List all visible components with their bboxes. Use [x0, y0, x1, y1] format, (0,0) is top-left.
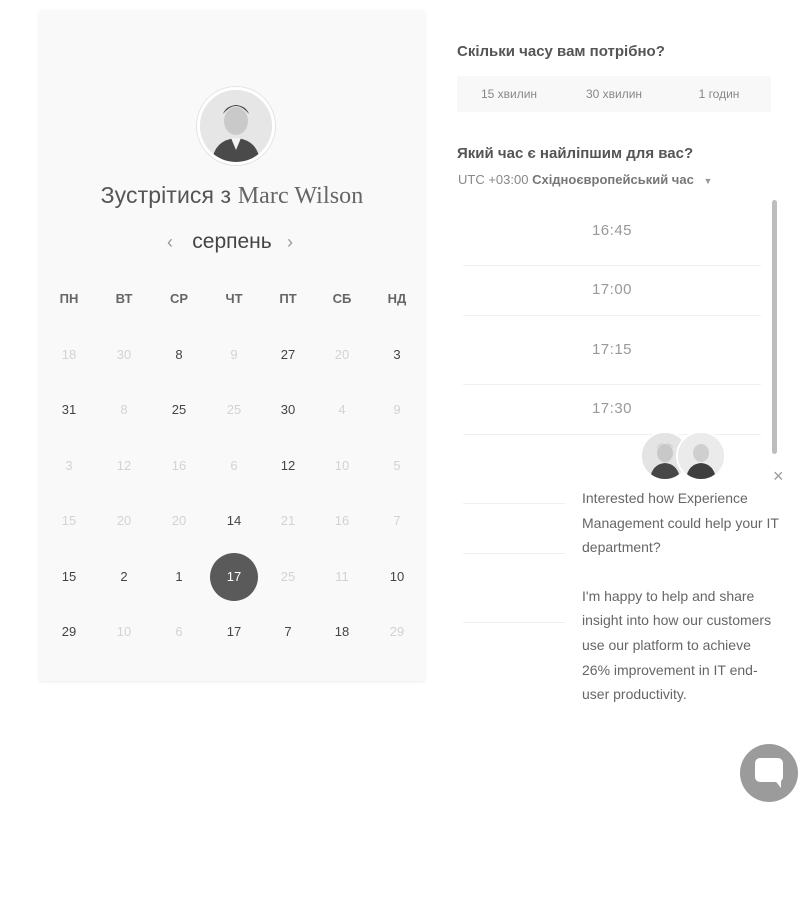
close-icon[interactable]: ×	[773, 466, 784, 487]
calendar-day: 25	[226, 402, 242, 417]
time-slot[interactable]: 17:30	[463, 400, 761, 417]
calendar-day[interactable]: 29	[49, 623, 89, 641]
time-slot[interactable]: 17:00	[463, 281, 761, 298]
calendar-day: 6	[230, 458, 238, 473]
calendar-day: 5	[393, 458, 401, 473]
slot-divider	[463, 265, 761, 266]
next-month-button[interactable]: ›	[287, 230, 293, 254]
calendar-day: 3	[65, 458, 73, 473]
calendar-day[interactable]: 25	[159, 401, 199, 419]
calendar-day: 25	[280, 569, 296, 584]
weekday-label: СБ	[332, 291, 352, 306]
calendar-day: 20	[334, 347, 350, 362]
calendar-day[interactable]: 27	[268, 346, 308, 364]
calendar-day: 9	[393, 402, 401, 417]
weekday-label: ЧТ	[225, 291, 243, 306]
selected-day[interactable]: 17	[210, 553, 258, 601]
weekday-label: НД	[387, 291, 407, 306]
chat-message-body: I'm happy to help and share insight into…	[582, 587, 772, 703]
chat-launcher-button[interactable]	[740, 744, 798, 802]
duration-option-30[interactable]: 30 хвилин	[562, 76, 666, 112]
timeslot-scrollbar[interactable]	[772, 200, 777, 454]
calendar-day[interactable]: 1	[159, 568, 199, 586]
timezone-name: Східноєвропейський час	[532, 172, 694, 187]
meeting-title: Зустрітися з Marc Wilson	[39, 182, 425, 210]
title-prefix: Зустрітися з	[100, 182, 232, 208]
calendar-day[interactable]: 17	[214, 623, 254, 641]
time-slot[interactable]: 17:15	[463, 341, 761, 358]
calendar-day: 21	[280, 513, 296, 528]
calendar-day: 9	[230, 347, 238, 362]
weekday-label: СР	[169, 291, 189, 306]
calendar-day[interactable]: 14	[214, 512, 254, 530]
prev-month-button[interactable]: ‹	[167, 230, 173, 254]
time-slot[interactable]: 16:45	[463, 222, 761, 239]
calendar-day[interactable]: 15	[49, 568, 89, 586]
month-label: серпень	[192, 230, 272, 253]
host-avatar	[197, 87, 275, 165]
calendar-day: 30	[116, 347, 132, 362]
duration-selector: 15 хвилин 30 хвилин 1 годин	[457, 76, 771, 112]
calendar-day: 29	[389, 624, 405, 639]
calendar-day[interactable]: 3	[377, 346, 417, 364]
agent-avatar	[676, 431, 726, 481]
month-navigation: серпень ‹ ›	[39, 230, 425, 260]
calendar-day[interactable]: 10	[377, 568, 417, 586]
calendar-day[interactable]: 30	[268, 401, 308, 419]
calendar-day: 20	[116, 513, 132, 528]
calendar-day: 16	[171, 458, 187, 473]
calendar-card: Зустрітися з Marc Wilson серпень ‹ › ПН В…	[39, 10, 425, 681]
calendar-day: 10	[116, 624, 132, 639]
calendar-day: 12	[116, 458, 132, 473]
caret-down-icon: ▼	[703, 176, 713, 186]
host-name: Marc Wilson	[237, 183, 364, 209]
calendar-day: 6	[175, 624, 183, 639]
calendar-day: 10	[334, 458, 350, 473]
time-question: Який час є найліпшим для вас?	[457, 145, 694, 162]
calendar-day: 11	[335, 569, 349, 584]
chat-message-intro: Interested how Experience Management cou…	[582, 490, 779, 556]
slot-divider	[463, 315, 761, 316]
calendar-day[interactable]: 18	[322, 623, 362, 641]
timezone-selector[interactable]: UTC +03:00 Східноєвропейський час ▼	[458, 172, 712, 187]
weekday-label: ПТ	[279, 291, 297, 306]
calendar-day[interactable]: 2	[104, 568, 144, 586]
calendar-day: 16	[334, 513, 350, 528]
weekday-label: ВТ	[115, 291, 133, 306]
calendar-day: 8	[120, 402, 128, 417]
slot-divider	[463, 384, 761, 385]
duration-option-60[interactable]: 1 годин	[667, 76, 771, 112]
weekday-label: ПН	[59, 291, 79, 306]
chat-bubble-tail	[773, 778, 781, 788]
duration-question: Скільки часу вам потрібно?	[457, 43, 665, 60]
calendar-day[interactable]: 12	[268, 457, 308, 475]
agent-avatars	[640, 431, 726, 481]
calendar-day[interactable]: 31	[49, 401, 89, 419]
calendar-day: 15	[61, 513, 77, 528]
calendar-day[interactable]: 8	[159, 346, 199, 364]
calendar-day: 20	[171, 513, 187, 528]
calendar-day: 7	[393, 513, 401, 528]
chat-message: Interested how Experience Management cou…	[582, 486, 782, 731]
duration-option-15[interactable]: 15 хвилин	[457, 76, 561, 112]
calendar-day[interactable]: 7	[268, 623, 308, 641]
timezone-offset: UTC +03:00	[458, 172, 529, 187]
calendar-day: 4	[338, 402, 346, 417]
calendar-day: 18	[61, 347, 77, 362]
